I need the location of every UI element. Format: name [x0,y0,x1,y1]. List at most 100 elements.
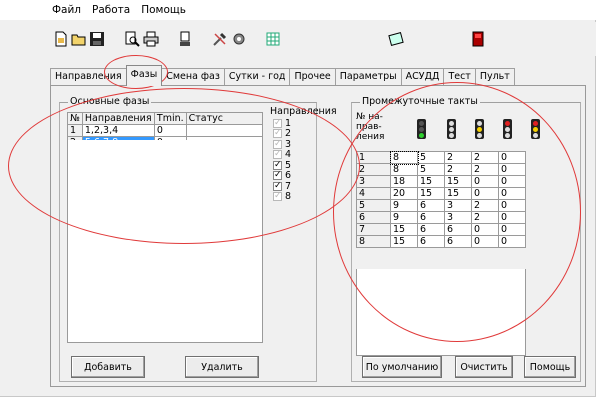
delete-button[interactable]: Удалить [185,356,259,378]
open-folder-icon[interactable] [71,31,87,47]
save-icon[interactable] [89,31,105,47]
phases-table-empty-area[interactable] [67,140,263,343]
print-preview-icon[interactable] [124,31,140,47]
cell-duration[interactable]: 0 [498,187,526,200]
tab-remote[interactable]: Пульт [474,68,515,86]
table-row[interactable]: 696320 [356,211,526,224]
tools-icon[interactable] [212,31,228,47]
stop-icon[interactable] [470,31,486,47]
menu-work[interactable]: Работа [92,4,130,16]
direction-checkbox-1[interactable]: ✓ 1 [273,118,343,129]
cell-duration[interactable]: 0 [471,235,499,248]
printer-icon[interactable] [143,31,159,47]
direction-checkbox-6[interactable]: ✓ 6 [273,170,343,181]
tab-phase-change[interactable]: Смена фаз [161,68,225,86]
table-row[interactable]: 3 18 15 15 0 0 [356,175,526,188]
table-row[interactable]: 185220 [356,150,526,165]
cell-duration[interactable]: 8 [389,150,419,165]
direction-checkbox-4[interactable]: ✓ 4 [273,149,343,160]
cell-directions[interactable]: 1,2,3,4 [81,124,155,137]
intermediate-table[interactable]: 1 8 5 2 2 0 2 8 5 2 2 0 3 18 15 15 0 0 4 20 15 15 0 0 5 9 6 3 2 0 6 9 6 3… [356,150,526,248]
table-row[interactable]: 8 15 6 6 0 0 [356,235,526,248]
clear-button[interactable]: Очистить [455,356,513,378]
cell-duration[interactable]: 5 [417,151,445,164]
cell-duration[interactable]: 0 [498,175,526,188]
cell-duration[interactable]: 15 [390,235,418,248]
cell-duration[interactable]: 6 [417,223,445,236]
table-row[interactable]: 285220 [356,163,526,176]
cell-duration[interactable]: 15 [444,187,472,200]
cell-duration[interactable]: 15 [417,187,445,200]
default-button[interactable]: По умолчанию [362,356,442,378]
cell-duration[interactable]: 2 [444,163,472,176]
cell-status[interactable] [185,124,264,137]
row-number: 3 [356,175,391,188]
cell-duration[interactable]: 3 [444,199,472,212]
direction-checkbox-8[interactable]: ✓ 8 [273,191,343,202]
row-number: 8 [356,235,391,248]
cell-duration[interactable]: 20 [390,187,418,200]
new-file-icon[interactable] [53,31,69,47]
direction-checkbox-5[interactable]: ✓ 5 [273,160,343,171]
cell-duration[interactable]: 6 [444,223,472,236]
cell-duration[interactable]: 0 [471,223,499,236]
cell-duration[interactable]: 6 [417,211,445,224]
col-header-number: № [67,112,83,125]
cell-duration[interactable]: 0 [498,235,526,248]
table-row[interactable]: 7 15 6 6 0 0 [356,223,526,236]
cell-duration[interactable]: 8 [390,163,418,176]
cell-duration[interactable]: 18 [390,175,418,188]
cell-duration[interactable]: 0 [471,187,499,200]
cell-duration[interactable]: 6 [417,235,445,248]
cell-duration[interactable]: 6 [444,235,472,248]
tab-day-year[interactable]: Сутки - год [223,68,291,86]
tab-other[interactable]: Прочее [289,68,336,86]
grid-icon[interactable] [265,31,281,47]
cell-duration[interactable]: 0 [498,163,526,176]
cell-duration[interactable]: 15 [444,175,472,188]
cell-duration[interactable]: 0 [498,151,526,164]
cell-duration[interactable]: 2 [444,151,472,164]
cell-duration[interactable]: 15 [417,175,445,188]
notes-icon[interactable] [388,31,404,47]
checkbox-box: ✓ [273,159,282,170]
cell-duration[interactable]: 0 [498,199,526,212]
phone-icon[interactable] [177,31,193,47]
traffic-light-yellow-icon [465,119,493,139]
cell-duration[interactable]: 2 [471,199,499,212]
table-row[interactable]: 4 20 15 15 0 0 [356,187,526,200]
cell-duration[interactable]: 9 [390,199,418,212]
direction-checkbox-7[interactable]: ✓ 7 [273,181,343,192]
cell-duration[interactable]: 5 [417,163,445,176]
col-header-status: Статус [185,112,264,125]
tab-phases[interactable]: Фазы [125,65,163,86]
traffic-light-red-icon [493,119,521,139]
cell-duration[interactable]: 6 [417,199,445,212]
menu-help[interactable]: Помощь [141,4,186,16]
checkbox-label: 2 [285,128,292,140]
cell-duration[interactable]: 9 [390,211,418,224]
direction-checkbox-3[interactable]: ✓ 3 [273,139,343,150]
cell-duration[interactable]: 0 [471,175,499,188]
cell-duration[interactable]: 15 [390,223,418,236]
cell-duration[interactable]: 3 [444,211,472,224]
cell-tmin[interactable]: 0 [153,124,187,137]
intermediate-table-empty-area[interactable] [356,269,526,356]
add-button[interactable]: Добавить [71,356,145,378]
tab-parameters[interactable]: Параметры [334,68,402,86]
table-row[interactable]: 1 1,2,3,4 0 [67,124,264,137]
cell-duration[interactable]: 0 [498,223,526,236]
col-header-tmin: Tmin. [153,112,187,125]
cell-duration[interactable]: 2 [471,151,499,164]
cell-duration[interactable]: 2 [471,211,499,224]
direction-checkbox-2[interactable]: ✓ 2 [273,128,343,140]
cell-duration[interactable]: 2 [471,163,499,176]
cell-duration[interactable]: 0 [498,211,526,224]
table-row[interactable]: 596320 [356,199,526,212]
tab-asudd[interactable]: АСУДД [400,68,445,86]
menu-file[interactable]: Файл [52,4,81,16]
help-button[interactable]: Помощь [524,356,576,378]
tab-directions[interactable]: Направления [50,68,127,86]
tab-test[interactable]: Тест [443,68,476,86]
gear-icon[interactable] [231,31,247,47]
